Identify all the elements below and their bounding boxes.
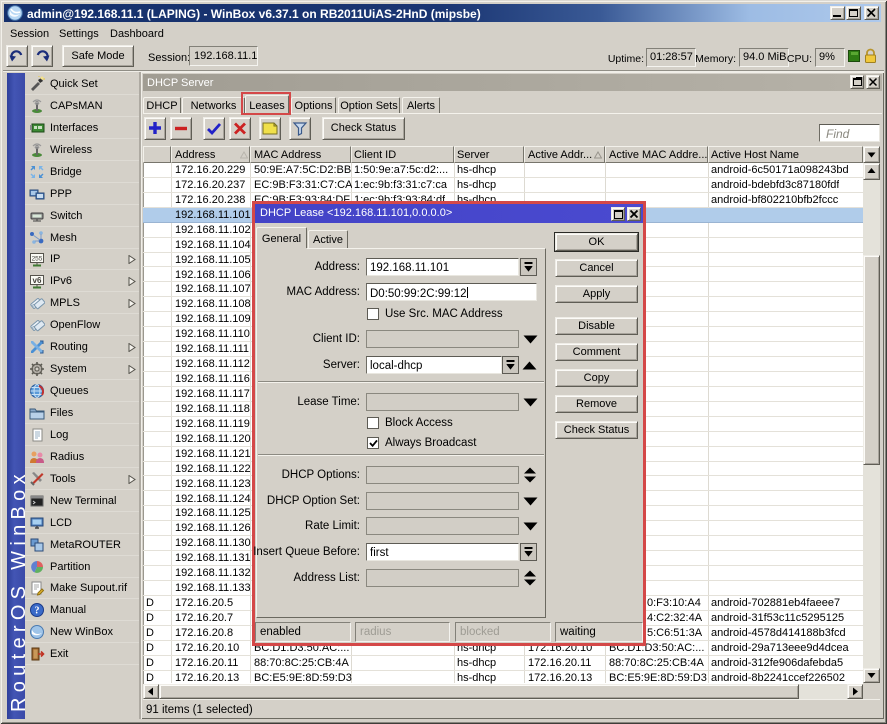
svg-text:v6: v6 (33, 276, 42, 285)
svg-text:255: 255 (32, 256, 43, 263)
svg-text:?: ? (35, 606, 40, 617)
